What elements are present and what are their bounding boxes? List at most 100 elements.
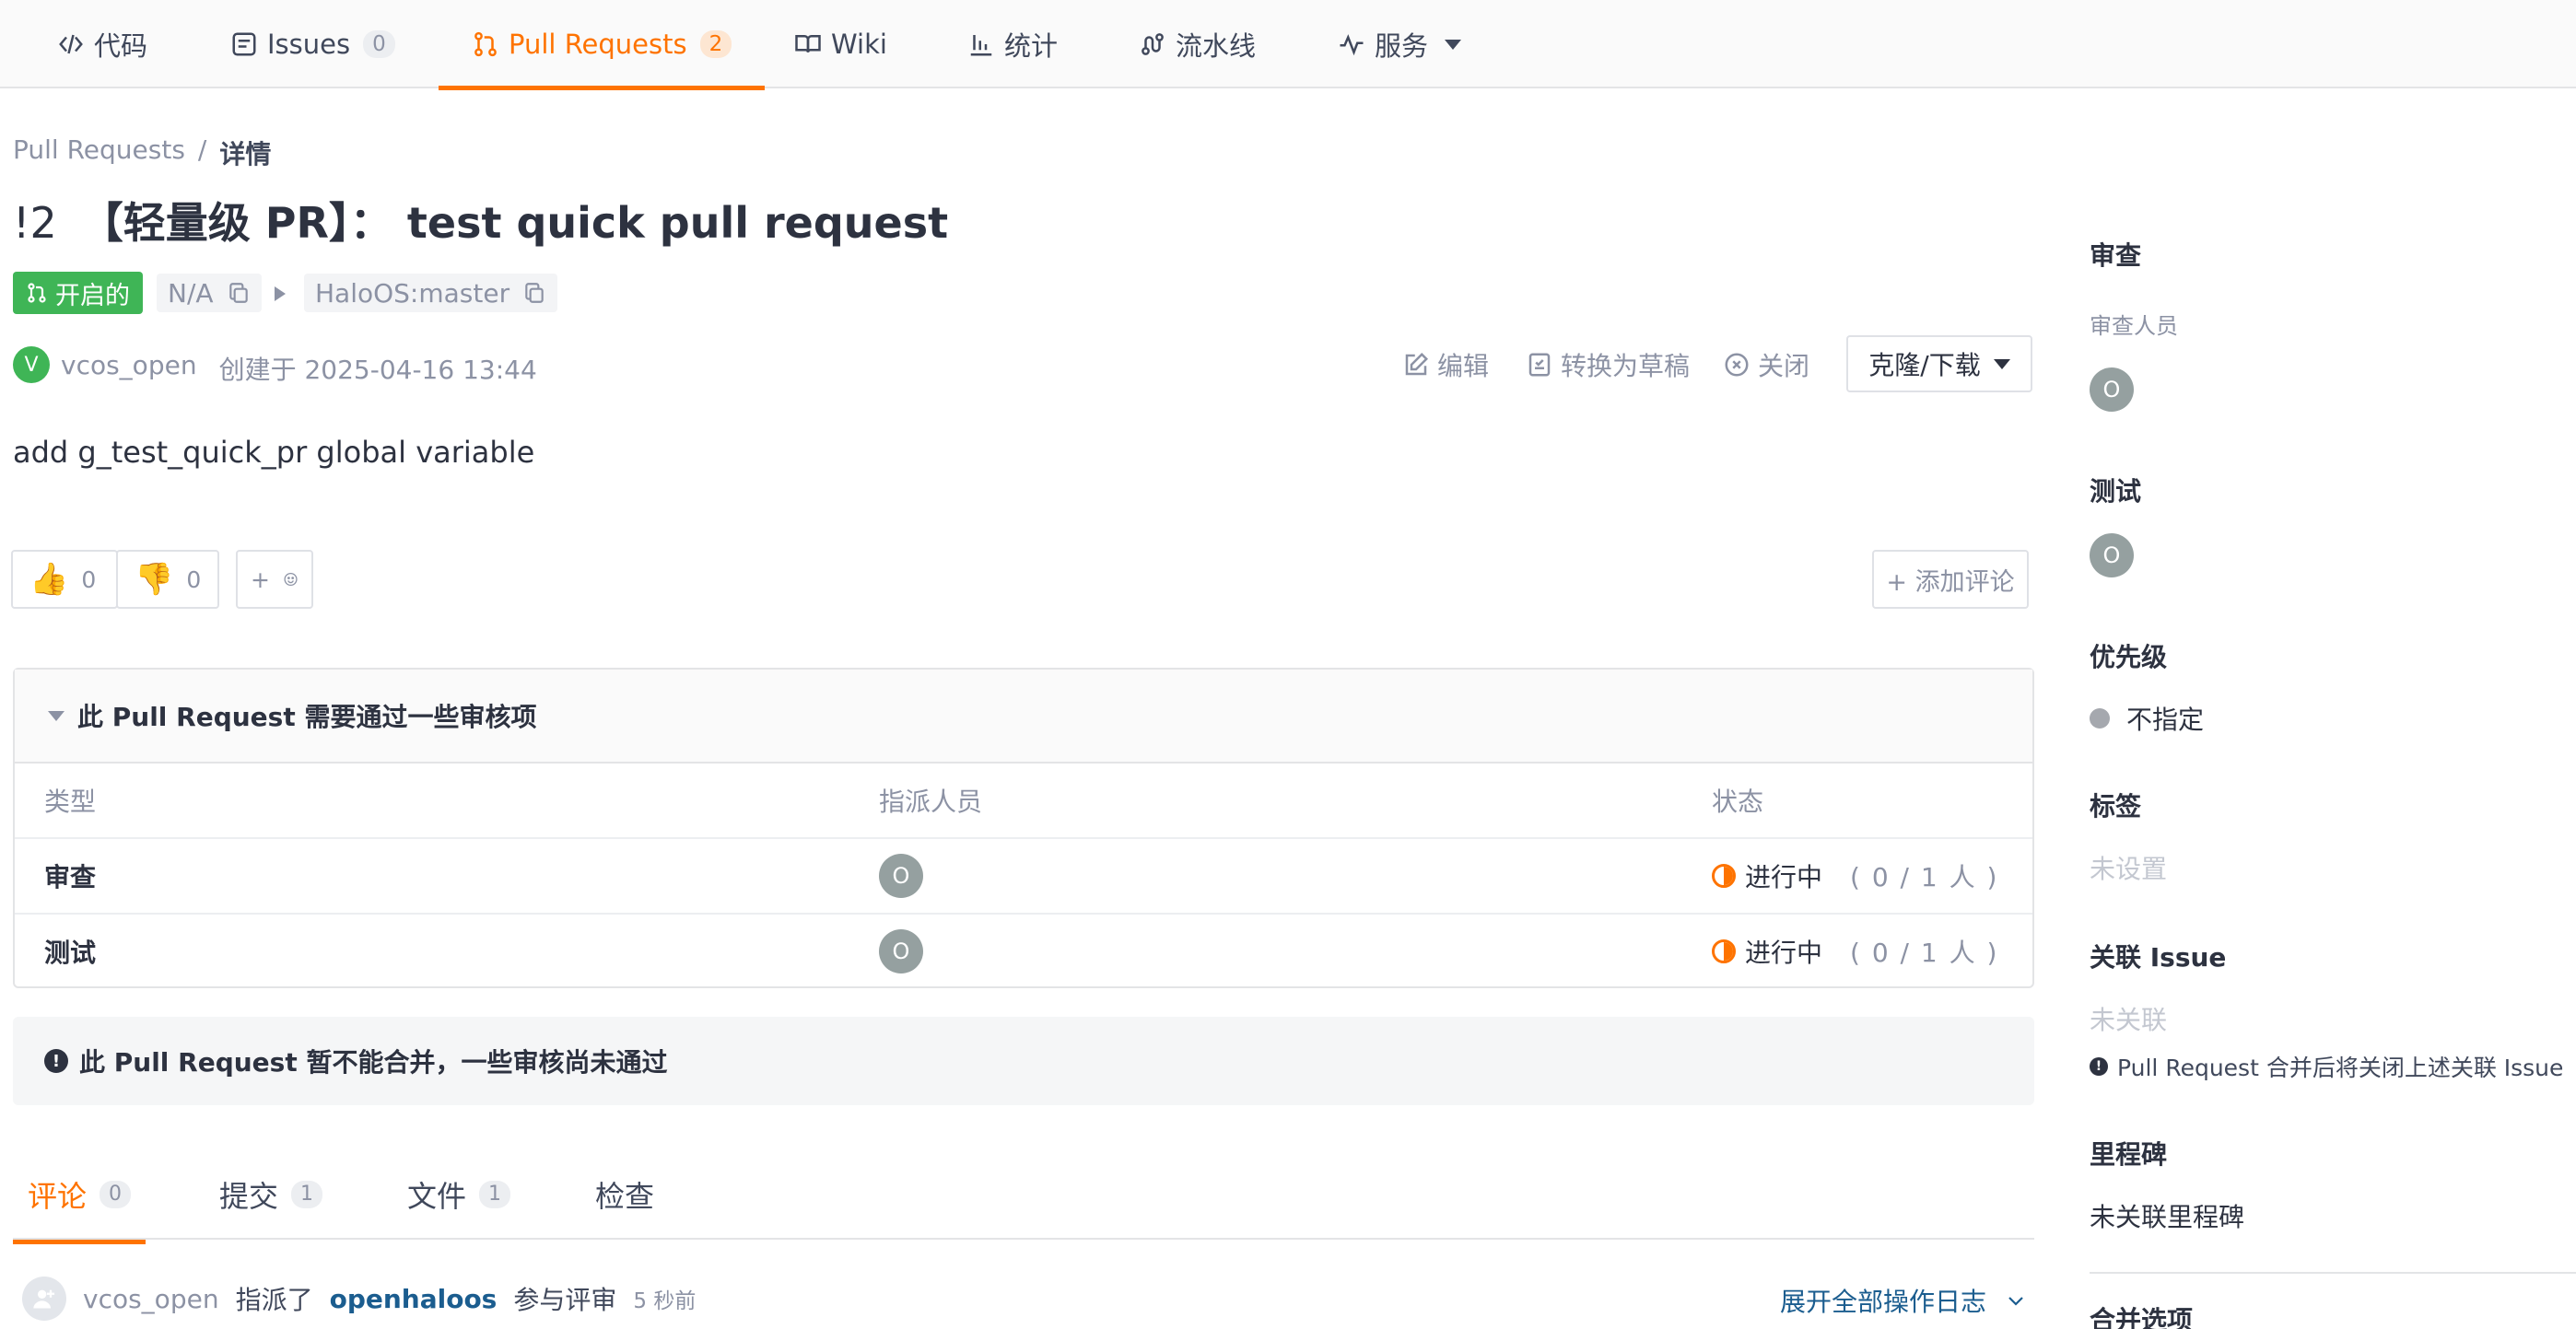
close-icon xyxy=(1725,353,1749,377)
labels-value[interactable]: 未设置 xyxy=(2090,849,2167,886)
issues-icon xyxy=(232,32,256,56)
avatar[interactable]: O xyxy=(2090,533,2134,577)
chevron-down-icon xyxy=(2008,1297,2023,1306)
tab-wiki[interactable]: Wiki xyxy=(794,0,887,88)
thumbs-down-count: 0 xyxy=(186,565,202,593)
issue-note-text: Pull Request 合并后将关闭上述关联 Issue xyxy=(2117,1055,2564,1081)
status-count: ( 0 / 1 人 ) xyxy=(1850,862,1999,892)
target-branch-name: HaloOS:master xyxy=(315,277,510,309)
tab-pipeline-label: 流水线 xyxy=(1176,30,1257,62)
header-type: 类型 xyxy=(44,787,97,817)
arrow-right-icon xyxy=(275,286,286,301)
activity-user[interactable]: vcos_open xyxy=(83,1284,219,1314)
tab-stats-label: 统计 xyxy=(1004,30,1059,62)
thumbs-up-button[interactable]: 👍 0 xyxy=(11,550,118,609)
edit-icon xyxy=(1405,352,1429,376)
row-type: 测试 xyxy=(44,938,97,968)
table-row: 测试 O 进行中 ( 0 / 1 人 ) xyxy=(15,915,2032,990)
pull-request-icon xyxy=(474,31,497,57)
status-text: 进行中 xyxy=(1745,938,1823,968)
pr-number: !2 xyxy=(13,198,57,248)
tab-pipeline[interactable]: 流水线 xyxy=(1139,0,1256,88)
reviewers-label: 审查人员 xyxy=(2090,313,2178,339)
row-assignee: O xyxy=(879,839,923,913)
breadcrumb-separator: / xyxy=(197,134,207,165)
avatar[interactable]: V xyxy=(13,346,50,383)
test-section-title: 测试 xyxy=(2090,476,2142,507)
clone-label: 克隆/下载 xyxy=(1868,350,1981,380)
tab-pull-requests[interactable]: Pull Requests 2 xyxy=(438,0,766,90)
milestone-section-title: 里程碑 xyxy=(2090,1139,2168,1170)
chevron-down-icon xyxy=(1445,39,1462,50)
activity-target[interactable]: openhaloos xyxy=(330,1284,498,1314)
in-progress-icon xyxy=(1712,939,1736,963)
expand-log-button[interactable]: 展开全部操作日志 xyxy=(1780,1282,2027,1319)
tab-comments[interactable]: 评论 0 xyxy=(12,1173,146,1244)
activity-time: 5 秒前 xyxy=(633,1289,697,1313)
avatar[interactable]: O xyxy=(2090,367,2134,412)
pr-description: add g_test_quick_pr global variable xyxy=(13,435,535,470)
user-add-icon xyxy=(33,1289,55,1309)
row-type: 审查 xyxy=(44,862,97,892)
smiley-icon xyxy=(284,572,298,587)
merge-warning-text: 此 Pull Request 暂不能合并，一些审核尚未通过 xyxy=(79,1047,668,1078)
checks-header[interactable]: 此 Pull Request 需要通过一些审核项 xyxy=(15,670,2032,764)
draft-icon xyxy=(1528,353,1551,377)
convert-draft-button[interactable]: 转换为草稿 xyxy=(1526,346,1690,383)
tab-issues-label: Issues xyxy=(267,29,351,60)
add-reaction-plus: + xyxy=(251,565,270,593)
avatar[interactable]: O xyxy=(879,929,923,973)
milestone-value[interactable]: 未关联里程碑 xyxy=(2090,1197,2244,1234)
issue-note: ! Pull Request 合并后将关闭上述关联 Issue xyxy=(2090,1050,2563,1083)
copy-icon[interactable] xyxy=(522,281,546,305)
add-comment-button[interactable]: + 添加评论 xyxy=(1872,550,2029,609)
add-reaction-button[interactable]: + xyxy=(236,550,313,609)
activity-suffix: 参与评审 xyxy=(513,1285,617,1315)
commits-count: 1 xyxy=(291,1181,323,1208)
comments-count: 0 xyxy=(100,1181,132,1208)
priority-value: 不指定 xyxy=(2126,705,2205,735)
issue-value[interactable]: 未关联 xyxy=(2090,1000,2167,1037)
breadcrumb-current: 详情 xyxy=(219,139,272,169)
tab-checks[interactable]: 检查 xyxy=(595,1173,654,1216)
priority-select[interactable]: 不指定 xyxy=(2090,700,2204,737)
author-name[interactable]: vcos_open xyxy=(61,350,197,387)
tab-commits-label: 提交 xyxy=(219,1179,279,1214)
collapse-icon xyxy=(48,710,64,721)
clone-download-button[interactable]: 克隆/下载 xyxy=(1846,335,2032,392)
status-text: 进行中 xyxy=(1745,862,1823,892)
tab-services[interactable]: 服务 xyxy=(1338,0,1462,88)
pr-title: 【轻量级 PR】： test quick pull request xyxy=(80,198,949,248)
review-section-title: 审查 xyxy=(2090,240,2142,271)
book-icon xyxy=(795,35,821,52)
tab-issues[interactable]: Issues 0 xyxy=(230,0,395,88)
checks-table-header: 类型 指派人员 状态 xyxy=(15,764,2032,839)
tab-stats[interactable]: 统计 xyxy=(967,0,1058,88)
thumbs-down-button[interactable]: 👎 0 xyxy=(116,550,219,609)
tab-code[interactable]: 代码 xyxy=(57,0,147,88)
tab-files[interactable]: 文件 1 xyxy=(407,1173,511,1216)
issues-count: 0 xyxy=(363,30,395,58)
issue-section-title: 关联 Issue xyxy=(2090,942,2227,973)
tab-commits[interactable]: 提交 1 xyxy=(219,1173,323,1216)
activity-entry: vcos_open 指派了 openhaloos 参与评审 5 秒前 xyxy=(22,1277,696,1321)
tab-comments-label: 评论 xyxy=(28,1179,88,1214)
edit-button[interactable]: 编辑 xyxy=(1402,346,1489,383)
source-branch: N/A xyxy=(157,274,262,312)
breadcrumb-root[interactable]: Pull Requests xyxy=(13,134,185,171)
pull-requests-count: 2 xyxy=(699,30,732,58)
header-assignee: 指派人员 xyxy=(879,787,983,817)
close-button[interactable]: 关闭 xyxy=(1723,346,1809,383)
bar-chart-icon xyxy=(970,35,992,56)
labels-section-title: 标签 xyxy=(2090,791,2142,822)
in-progress-icon xyxy=(1712,864,1736,888)
info-icon: ! xyxy=(2090,1057,2108,1076)
avatar[interactable] xyxy=(22,1277,66,1321)
repo-nav: 代码 Issues 0 Pull Requests 2 Wiki 统计 流水线 … xyxy=(0,0,2576,90)
pull-request-icon xyxy=(28,283,46,303)
alert-icon: ! xyxy=(44,1049,68,1073)
avatar[interactable]: O xyxy=(879,854,923,898)
row-status: 进行中 ( 0 / 1 人 ) xyxy=(1712,915,1998,988)
divider xyxy=(2090,1272,2576,1274)
copy-icon[interactable] xyxy=(227,281,251,305)
